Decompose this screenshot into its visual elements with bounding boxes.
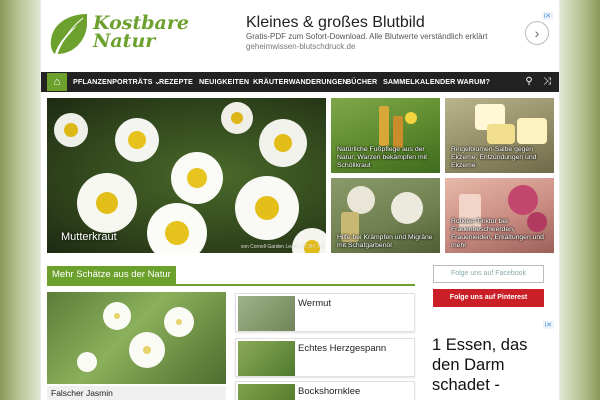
hero-title[interactable]: Mutterkraut xyxy=(61,231,117,243)
bockshornklee-thumbnail[interactable] xyxy=(238,384,295,400)
main-nav: ⌂ PFLANZENPORTRÄTS ⌄ REZEPTE NEUIGKEITEN… xyxy=(41,72,559,92)
hero-credit: von Cornell Garden Leads CC BY 2.0 xyxy=(240,244,324,250)
list-item-title[interactable]: Bockshornklee xyxy=(298,386,360,397)
nav-item-warum[interactable]: WARUM? xyxy=(457,72,490,92)
nav-item-sammelkalender[interactable]: SAMMELKALENDER xyxy=(383,72,455,92)
tile-title[interactable]: Rotklee-Tinktur bei Frauenbeschwerden, F… xyxy=(451,218,548,250)
nav-item-pflanzenportraets[interactable]: PFLANZENPORTRÄTS ⌄ xyxy=(73,72,161,92)
ad-subtitle: Gratis-PDF zum Sofort-Download. Alle Blu… xyxy=(246,32,488,41)
site-logo[interactable]: Kostbare Natur xyxy=(47,10,227,58)
tile-schafgarbe[interactable]: Hilfe bei Krämpfen und Migräne mit Schaf… xyxy=(331,178,440,253)
herzgespann-thumbnail[interactable] xyxy=(238,341,295,376)
daisies-image xyxy=(54,102,326,253)
ad-sidebar[interactable]: i✕ 1 Essen, das den Darm schadet - xyxy=(428,321,554,400)
facebook-follow-button[interactable]: Folge uns auf Facebook xyxy=(433,265,544,283)
ad-banner-top[interactable]: i✕ Kleines & großes Blutbild Gratis-PDF … xyxy=(241,12,553,58)
ad-title[interactable]: Kleines & großes Blutbild xyxy=(246,14,425,32)
tile-title[interactable]: Natürliche Fußpflege aus der Natur: Warz… xyxy=(337,146,434,170)
pinterest-follow-button[interactable]: Folge uns auf Pinterest xyxy=(433,289,544,307)
ad-choices-icon[interactable]: i✕ xyxy=(542,321,554,329)
ad-url[interactable]: geheimwissen-blutschdruck.de xyxy=(246,42,355,51)
nav-item-kraeuterwanderungen[interactable]: KRÄUTERWANDERUNGEN xyxy=(253,72,348,92)
nav-item-rezepte[interactable]: REZEPTE xyxy=(159,72,193,92)
tile-title[interactable]: Hilfe bei Krämpfen und Migräne mit Schaf… xyxy=(337,234,434,250)
tile-ringelblume[interactable]: Ringelblumen-Salbe gegen Ekzeme, Entzünd… xyxy=(445,98,554,173)
tile-schoellkraut[interactable]: Natürliche Fußpflege aus der Natur: Warz… xyxy=(331,98,440,173)
list-item-wermut[interactable]: Wermut xyxy=(235,293,415,332)
home-icon[interactable]: ⌂ xyxy=(47,73,67,91)
list-item-title[interactable]: Echtes Herzgespann xyxy=(298,343,386,354)
tile-title[interactable]: Ringelblumen-Salbe gegen Ekzeme, Entzünd… xyxy=(451,146,548,170)
ad-choices-icon[interactable]: i✕ xyxy=(541,12,553,20)
shuffle-icon[interactable]: ⤨ xyxy=(539,72,555,92)
jasmine-flowers-image xyxy=(77,302,194,372)
list-item-herzgespann[interactable]: Echtes Herzgespann xyxy=(235,338,415,377)
featured-article-hero[interactable]: Mutterkraut von Cornell Garden Leads CC … xyxy=(47,98,326,253)
tile-rotklee[interactable]: Rotklee-Tinktur bei Frauenbeschwerden, F… xyxy=(445,178,554,253)
ad-sidebar-text[interactable]: 1 Essen, das den Darm schadet - xyxy=(432,335,554,395)
nav-item-neuigkeiten[interactable]: NEUIGKEITEN xyxy=(199,72,249,92)
section-header: Mehr Schätze aus der Natur xyxy=(47,266,415,286)
list-item-title[interactable]: Wermut xyxy=(298,298,331,309)
list-item-bockshornklee[interactable]: Bockshornklee xyxy=(235,381,415,400)
logo-line-2: Natur xyxy=(93,30,156,52)
article-thumbnail-large[interactable] xyxy=(47,292,226,384)
logo-text: Kostbare Natur xyxy=(93,14,189,52)
section-title: Mehr Schätze aus der Natur xyxy=(47,266,176,284)
page: Kostbare Natur i✕ Kleines & großes Blutb… xyxy=(41,0,559,400)
search-icon[interactable]: ⚲ xyxy=(521,72,537,92)
chevron-right-icon[interactable]: › xyxy=(525,21,549,45)
leaf-icon xyxy=(50,14,87,55)
article-title-large[interactable]: Falscher Jasmin xyxy=(47,386,226,400)
wermut-thumbnail[interactable] xyxy=(238,296,295,331)
nav-item-buecher[interactable]: BÜCHER xyxy=(346,72,377,92)
